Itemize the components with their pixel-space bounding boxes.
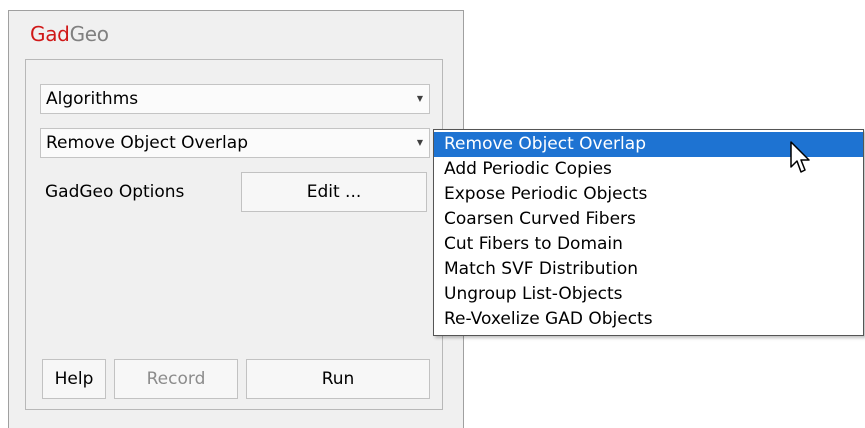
app-title: GadGeo xyxy=(30,22,109,46)
algorithm-combo[interactable]: Remove Object Overlap ▼ xyxy=(40,128,430,158)
dropdown-item-match-svf-distribution[interactable]: Match SVF Distribution xyxy=(434,257,863,282)
algorithm-combo-value: Remove Object Overlap xyxy=(46,133,248,153)
dropdown-item-ungroup-list-objects[interactable]: Ungroup List-Objects xyxy=(434,282,863,307)
mouse-pointer-icon xyxy=(790,141,810,173)
app-title-geo: Geo xyxy=(69,22,109,46)
dropdown-item-cut-fibers-to-domain[interactable]: Cut Fibers to Domain xyxy=(434,232,863,257)
record-button: Record xyxy=(114,359,238,399)
run-button[interactable]: Run xyxy=(246,359,430,399)
gadgeo-options-label: GadGeo Options xyxy=(45,182,185,202)
chevron-down-icon: ▼ xyxy=(416,138,423,147)
category-combo[interactable]: Algorithms ▼ xyxy=(40,84,430,114)
app-title-gad: Gad xyxy=(30,22,70,46)
dropdown-item-coarsen-curved-fibers[interactable]: Coarsen Curved Fibers xyxy=(434,207,863,232)
dropdown-item-expose-periodic-objects[interactable]: Expose Periodic Objects xyxy=(434,182,863,207)
chevron-down-icon: ▼ xyxy=(416,94,423,103)
help-button[interactable]: Help xyxy=(42,359,106,399)
edit-button[interactable]: Edit ... xyxy=(241,172,427,212)
category-combo-value: Algorithms xyxy=(46,89,139,109)
dropdown-item-re-voxelize-gad-objects[interactable]: Re-Voxelize GAD Objects xyxy=(434,307,863,332)
